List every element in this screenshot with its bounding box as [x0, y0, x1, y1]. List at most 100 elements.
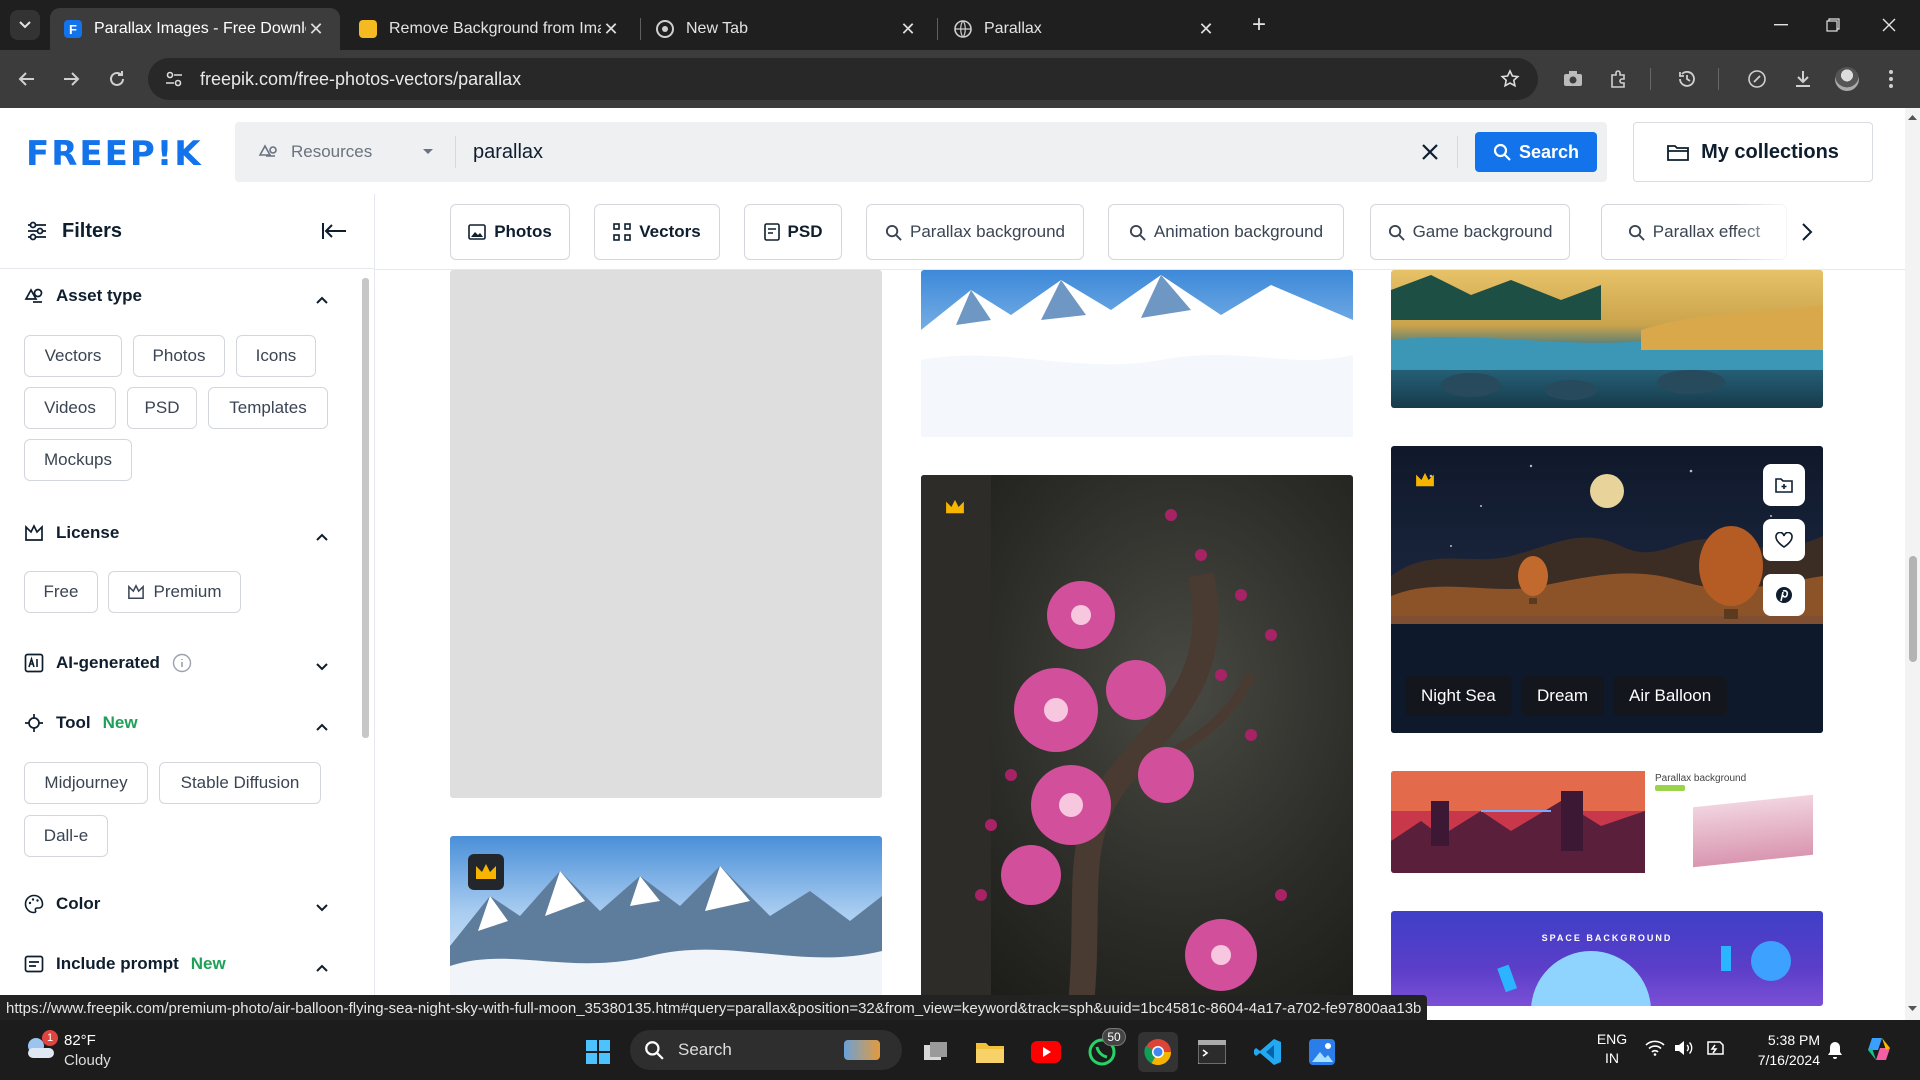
- youtube-button[interactable]: [1026, 1032, 1066, 1072]
- filter-chip-psd[interactable]: PSD: [127, 387, 197, 429]
- filter-chip-templates[interactable]: Templates: [208, 387, 328, 429]
- clock[interactable]: 5:38 PM 7/16/2024: [1738, 1030, 1820, 1070]
- info-icon[interactable]: [172, 653, 192, 673]
- chevron-up-icon[interactable]: [312, 717, 332, 737]
- quick-filter-animation-background[interactable]: Animation background: [1108, 204, 1344, 260]
- result-image-lake-landscape[interactable]: [1391, 270, 1823, 408]
- filter-chip-stable-diffusion[interactable]: Stable Diffusion: [159, 762, 321, 804]
- filter-chip-midjourney[interactable]: Midjourney: [24, 762, 148, 804]
- quick-filter-vectors[interactable]: Vectors: [594, 204, 720, 260]
- filter-chip-dall-e[interactable]: Dall-e: [24, 815, 108, 857]
- extensions-button[interactable]: [1603, 64, 1633, 94]
- page-scrollbar[interactable]: [1905, 108, 1920, 1020]
- license-section-header[interactable]: License: [24, 523, 119, 543]
- filter-chip-vectors[interactable]: Vectors: [24, 335, 122, 377]
- search-input[interactable]: [473, 136, 1393, 168]
- add-to-collection-button[interactable]: [1763, 464, 1805, 506]
- search-button[interactable]: Search: [1475, 132, 1597, 172]
- task-view-button[interactable]: [916, 1032, 956, 1072]
- result-image-mountains-clouds[interactable]: [921, 270, 1353, 437]
- forward-button[interactable]: [56, 64, 86, 94]
- chevron-right-icon[interactable]: [1800, 222, 1814, 242]
- ai-generated-section-header[interactable]: AI-generated: [24, 653, 192, 673]
- taskbar-search[interactable]: Search: [630, 1030, 902, 1070]
- address-bar[interactable]: freepik.com/free-photos-vectors/parallax: [148, 58, 1538, 100]
- result-image-pink-blossom[interactable]: [921, 475, 1353, 1006]
- quick-filter-game-background[interactable]: Game background: [1370, 204, 1570, 260]
- result-image-parallax-game-scene[interactable]: Parallax background: [1391, 771, 1823, 873]
- page-scrollbar-thumb[interactable]: [1909, 556, 1917, 662]
- filter-chip-videos[interactable]: Videos: [24, 387, 116, 429]
- pinterest-share-button[interactable]: [1763, 574, 1805, 616]
- chevron-down-icon[interactable]: [312, 657, 332, 677]
- include-prompt-section-header[interactable]: Include prompt New: [24, 954, 226, 974]
- wifi-icon[interactable]: [1645, 1040, 1665, 1056]
- browser-tab-remove-bg[interactable]: Remove Background from Imag ✕: [345, 8, 635, 50]
- volume-icon[interactable]: [1674, 1040, 1694, 1056]
- battery-charging-icon[interactable]: [1704, 1038, 1726, 1058]
- close-icon[interactable]: ✕: [1196, 19, 1216, 39]
- result-image-space-background[interactable]: SPACE BACKGROUND: [1391, 911, 1823, 1006]
- collapse-sidebar-icon[interactable]: [322, 220, 348, 242]
- browser-tab-parallax[interactable]: Parallax ✕: [940, 8, 1230, 50]
- chevron-up-icon[interactable]: [312, 527, 332, 547]
- clear-search-icon[interactable]: [1420, 142, 1440, 162]
- downloads-button[interactable]: [1788, 64, 1818, 94]
- tool-section-header[interactable]: Tool New: [24, 713, 138, 733]
- color-section-header[interactable]: Color: [24, 894, 100, 914]
- browser-menu-button[interactable]: [1876, 64, 1906, 94]
- minimize-button[interactable]: [1766, 12, 1796, 38]
- copilot-icon[interactable]: [1864, 1034, 1894, 1064]
- reload-button[interactable]: [102, 64, 132, 94]
- url-text[interactable]: freepik.com/free-photos-vectors/parallax: [200, 69, 521, 90]
- scroll-down-icon[interactable]: [1908, 1006, 1917, 1012]
- notification-bell-icon[interactable]: [1826, 1040, 1844, 1060]
- filter-chip-premium[interactable]: Premium: [108, 571, 241, 613]
- whatsapp-button[interactable]: 50: [1082, 1028, 1126, 1072]
- tab-search-button[interactable]: [10, 10, 40, 40]
- filter-chip-photos[interactable]: Photos: [133, 335, 225, 377]
- asset-type-section-header[interactable]: Asset type: [24, 286, 142, 306]
- window-close-button[interactable]: [1874, 12, 1904, 38]
- scroll-up-icon[interactable]: [1908, 114, 1917, 120]
- photos-app-button[interactable]: [1302, 1032, 1342, 1072]
- chrome-button[interactable]: [1138, 1032, 1178, 1072]
- result-image-placeholder[interactable]: [450, 270, 882, 798]
- browser-tab-freepik[interactable]: F Parallax Images - Free Downloa ✕: [50, 8, 340, 50]
- result-image-snowy-peaks[interactable]: [450, 836, 882, 1006]
- browser-tab-new-tab[interactable]: New Tab ✕: [642, 8, 932, 50]
- restore-button[interactable]: [1818, 12, 1848, 38]
- freepik-logo[interactable]: FREEP!K: [26, 134, 203, 174]
- image-tag-air-balloon[interactable]: Air Balloon: [1613, 676, 1728, 716]
- chevron-up-icon[interactable]: [312, 290, 332, 310]
- quick-filter-parallax-background[interactable]: Parallax background: [866, 204, 1084, 260]
- file-explorer-button[interactable]: [970, 1032, 1010, 1072]
- performance-button[interactable]: [1742, 64, 1772, 94]
- screenshot-extension-button[interactable]: [1558, 64, 1588, 94]
- history-button[interactable]: [1672, 64, 1702, 94]
- close-icon[interactable]: ✕: [898, 19, 918, 39]
- vscode-button[interactable]: [1248, 1032, 1288, 1072]
- filter-chip-mockups[interactable]: Mockups: [24, 439, 132, 481]
- chevron-down-icon[interactable]: [312, 898, 332, 918]
- close-icon[interactable]: ✕: [601, 19, 621, 39]
- sidebar-scrollbar[interactable]: [362, 278, 369, 738]
- star-icon[interactable]: [1500, 69, 1520, 89]
- chevron-up-icon[interactable]: [312, 958, 332, 978]
- terminal-button[interactable]: [1192, 1032, 1232, 1072]
- result-image-night-sea-balloons[interactable]: Night Sea Dream Air Balloon: [1391, 446, 1823, 733]
- quick-filter-photos[interactable]: Photos: [450, 204, 570, 260]
- start-button[interactable]: [578, 1032, 618, 1072]
- image-tag-night-sea[interactable]: Night Sea: [1405, 676, 1512, 716]
- new-tab-button[interactable]: +: [1244, 10, 1274, 40]
- image-tag-dream[interactable]: Dream: [1521, 676, 1605, 716]
- weather-widget[interactable]: 1 82°F Cloudy: [20, 1030, 180, 1072]
- back-button[interactable]: [12, 64, 42, 94]
- language-indicator[interactable]: ENG IN: [1594, 1030, 1630, 1068]
- my-collections-button[interactable]: My collections: [1633, 122, 1873, 182]
- site-info-icon[interactable]: [164, 69, 184, 89]
- like-button[interactable]: [1763, 519, 1805, 561]
- resource-type-select[interactable]: Resources: [257, 122, 434, 182]
- quick-filter-psd[interactable]: PSD: [744, 204, 842, 260]
- close-icon[interactable]: ✕: [306, 19, 326, 39]
